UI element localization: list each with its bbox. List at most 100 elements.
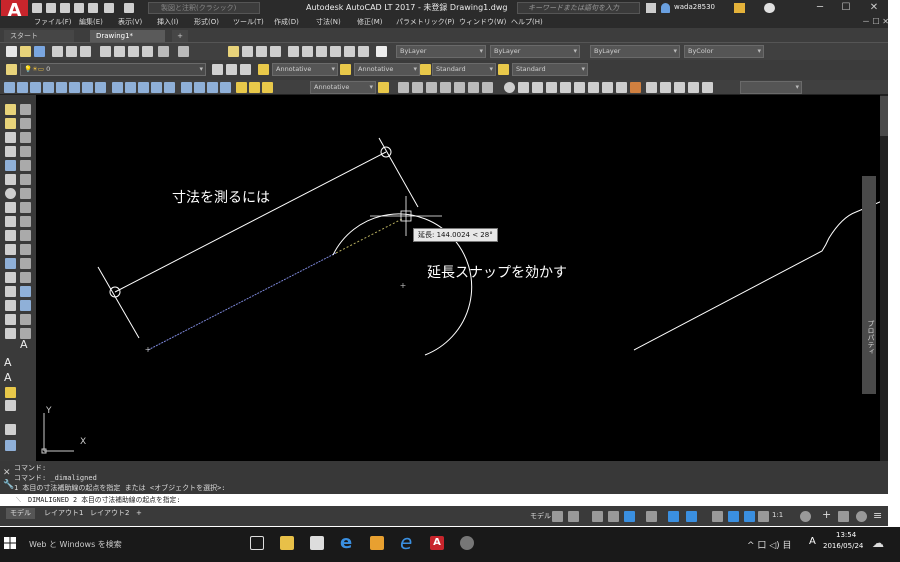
tool-gradient-icon[interactable]	[5, 314, 16, 325]
polygon-icon[interactable]	[440, 82, 451, 93]
snap-none-icon[interactable]	[646, 82, 657, 93]
menu-format[interactable]: 形式(O)	[194, 16, 219, 28]
new-icon[interactable]	[6, 46, 17, 57]
help-icon[interactable]	[764, 3, 775, 13]
copy-icon[interactable]	[114, 46, 125, 57]
tool-polygon-icon[interactable]	[5, 146, 16, 157]
binoculars-icon[interactable]	[646, 3, 656, 13]
layout-tab-model[interactable]: モデル	[6, 508, 35, 519]
menu-window[interactable]: ウィンドウ(W)	[459, 16, 506, 28]
tool-chamfer-icon[interactable]	[20, 286, 31, 297]
save-disk-icon[interactable]	[34, 46, 45, 57]
xline-icon[interactable]	[412, 82, 423, 93]
jogged-linear-icon[interactable]	[220, 82, 231, 93]
lineweight-icon[interactable]	[712, 511, 723, 522]
dim-break-icon[interactable]	[164, 82, 175, 93]
snap-mode-icon[interactable]	[568, 511, 579, 522]
tool-rectangle-icon[interactable]	[5, 160, 16, 171]
snap-parallel-icon[interactable]	[616, 82, 627, 93]
circle-icon[interactable]	[482, 82, 493, 93]
save-icon[interactable]	[60, 3, 70, 13]
linear-dim-icon[interactable]	[4, 82, 15, 93]
publish-icon[interactable]	[80, 46, 91, 57]
layer-previous-icon[interactable]	[226, 64, 237, 75]
customize-menu-icon[interactable]: ≡	[873, 509, 882, 522]
jogged-icon[interactable]	[69, 82, 80, 93]
tool-trim-icon[interactable]	[20, 230, 31, 241]
zoom-prev-icon[interactable]	[270, 46, 281, 57]
tool-mirror-icon[interactable]	[20, 132, 31, 143]
close-command-icon[interactable]: ✕	[3, 468, 11, 478]
menu-insert[interactable]: 挿入(I)	[157, 16, 179, 28]
tool-xline-icon[interactable]	[5, 118, 16, 129]
search-input[interactable]: キーワードまたは語句を入力	[517, 2, 640, 14]
tool-array-icon[interactable]	[20, 160, 31, 171]
dim-style-dropdown-2[interactable]: Annotative	[310, 81, 376, 94]
ordinate-icon[interactable]	[43, 82, 54, 93]
snap-settings-icon[interactable]	[630, 82, 641, 93]
menu-tools[interactable]: ツール(T)	[233, 16, 264, 28]
menu-modify[interactable]: 修正(M)	[357, 16, 383, 28]
layout-tab-1[interactable]: レイアウト1	[40, 508, 87, 519]
close-button[interactable]: ✕	[866, 1, 882, 14]
help-question-icon[interactable]	[376, 46, 387, 57]
polyline-icon[interactable]	[426, 82, 437, 93]
match-prop-icon[interactable]	[142, 46, 153, 57]
tool-point-icon[interactable]	[5, 286, 16, 297]
layer-state-icon[interactable]	[240, 64, 251, 75]
tool-revcloud-icon[interactable]	[5, 202, 16, 213]
workspace-gear-icon[interactable]	[800, 511, 811, 522]
inspect-icon[interactable]	[207, 82, 218, 93]
isodraft-icon[interactable]	[646, 511, 657, 522]
snap-intersection-icon[interactable]	[532, 82, 543, 93]
pan-icon[interactable]	[228, 46, 239, 57]
arc-length-icon[interactable]	[30, 82, 41, 93]
dim-text-edit-icon[interactable]	[249, 82, 260, 93]
mleader-style-dropdown[interactable]: Standard	[512, 63, 588, 76]
zoom-window-icon[interactable]	[256, 46, 267, 57]
tool-move-icon[interactable]	[20, 174, 31, 185]
dim-style-dropdown[interactable]: Annotative	[354, 63, 420, 76]
properties-icon[interactable]	[288, 46, 299, 57]
undo-arrow-icon[interactable]	[158, 46, 169, 57]
tool-ellipse-icon[interactable]	[5, 230, 16, 241]
notification-icon[interactable]: ☁	[872, 536, 884, 550]
radius-icon[interactable]	[56, 82, 67, 93]
new-tab-button[interactable]: +	[172, 30, 188, 42]
tool-erase-icon[interactable]	[20, 104, 31, 115]
task-view-icon[interactable]	[250, 536, 264, 550]
lineweight-dropdown[interactable]: ByLayer	[590, 45, 680, 58]
model-space-button[interactable]: モデル	[530, 511, 551, 521]
tool-ellipse-arc-icon[interactable]	[5, 244, 16, 255]
sheet-set-icon[interactable]	[330, 46, 341, 57]
saveas-icon[interactable]	[74, 3, 84, 13]
continue-icon[interactable]	[138, 82, 149, 93]
make-current-icon[interactable]	[212, 64, 223, 75]
menu-draw[interactable]: 作成(D)	[274, 16, 299, 28]
tool-extend-icon[interactable]	[20, 244, 31, 255]
exchange-icon[interactable]	[734, 3, 745, 13]
tool-polyline-icon[interactable]	[5, 132, 16, 143]
qnew-icon[interactable]	[32, 3, 42, 13]
tool-justify-icon[interactable]	[5, 440, 16, 451]
calculator-icon[interactable]	[358, 46, 369, 57]
tool-break-icon[interactable]	[20, 258, 31, 269]
tool-text-style-icon[interactable]: A	[4, 371, 12, 384]
redo-icon[interactable]	[124, 3, 134, 13]
snap-tangent-icon[interactable]	[588, 82, 599, 93]
snap-endpoint-icon[interactable]	[504, 82, 515, 93]
clock-time[interactable]: 13:54	[836, 531, 856, 539]
dim-edit-icon[interactable]	[236, 82, 247, 93]
tool-scale-icon[interactable]	[20, 202, 31, 213]
tool-region-icon[interactable]	[5, 328, 16, 339]
angular-icon[interactable]	[95, 82, 106, 93]
ie-browser-icon[interactable]: e	[400, 530, 412, 554]
toolbar-dropdown[interactable]	[740, 81, 802, 94]
drawing-canvas[interactable]: + + 寸法を測るには 延長スナップを効かす 延長: 144.0024 < 28…	[36, 95, 887, 461]
isolate-icon[interactable]	[856, 511, 867, 522]
tool-join-icon[interactable]	[20, 272, 31, 283]
menu-view[interactable]: 表示(V)	[118, 16, 142, 28]
ime-mode[interactable]: A	[809, 536, 816, 547]
snap-insert-icon[interactable]	[674, 82, 685, 93]
layout-tab-2[interactable]: レイアウト2	[86, 508, 133, 519]
